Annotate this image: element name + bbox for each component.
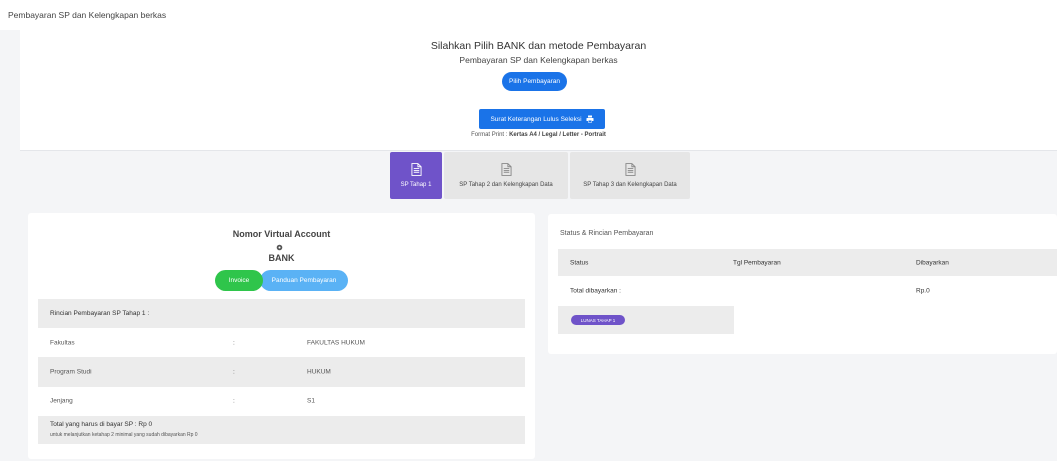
invoice-button[interactable]: Invoice xyxy=(215,270,263,291)
virtual-account-panel: Nomor Virtual Account BANK Panduan Pemba… xyxy=(28,213,535,459)
detail-value: HUKUM xyxy=(307,368,331,376)
choose-payment-button[interactable]: Pilih Pembayaran xyxy=(502,72,567,91)
detail-row-program: Program Studi : HUKUM xyxy=(38,357,525,387)
stage-tabs: SP Tahap 1 SP Tahap 2 dan Kelengkapan Da… xyxy=(390,152,690,199)
tab-sp-tahap-2[interactable]: SP Tahap 2 dan Kelengkapan Data xyxy=(444,152,568,199)
status-table-header: Status Tgl Pembayaran Dibayarkan xyxy=(558,249,1057,276)
detail-row-faculty: Fakultas : FAKULTAS HUKUM xyxy=(38,328,525,357)
total-due-note: untuk melanjutkan ketahap 2 minimal yang… xyxy=(50,432,198,438)
detail-separator: : xyxy=(233,397,235,405)
details-heading-row: Rincian Pembayaran SP Tahap 1 : xyxy=(38,299,525,328)
print-letter-button[interactable]: Surat Keterangan Lulus Seleksi xyxy=(479,109,605,129)
print-button-label: Surat Keterangan Lulus Seleksi xyxy=(490,115,582,123)
tab-label: SP Tahap 3 dan Kelengkapan Data xyxy=(583,182,677,188)
status-title: Status & Rincian Pembayaran xyxy=(560,230,654,237)
format-label: Format Print : xyxy=(471,132,508,138)
printer-icon xyxy=(586,115,594,123)
total-paid-label: Total dibayarkan : xyxy=(570,287,621,295)
column-header-date: Tgl Pembayaran xyxy=(733,259,781,266)
detail-label: Jenjang xyxy=(50,397,73,405)
payment-status-panel: Status & Rincian Pembayaran Status Tgl P… xyxy=(548,214,1057,354)
payment-guide-button[interactable]: Panduan Pembayaran xyxy=(260,270,348,291)
tab-sp-tahap-3[interactable]: SP Tahap 3 dan Kelengkapan Data xyxy=(570,152,690,199)
detail-separator: : xyxy=(233,368,235,376)
format-note: Format Print : Kertas A4 / Legal / Lette… xyxy=(20,132,1057,138)
payment-heading: Silahkan Pilih BANK dan metode Pembayara… xyxy=(430,40,647,52)
document-icon xyxy=(410,163,422,176)
total-due-label: Total yang harus di bayar SP : Rp 0 xyxy=(50,421,153,428)
payment-method-card: Silahkan Pilih BANK dan metode Pembayara… xyxy=(20,30,1057,150)
status-total-row: Total dibayarkan : Rp.0 xyxy=(558,276,1057,306)
payment-subheading: Pembayaran SP dan Kelengkapan berkas xyxy=(459,55,618,65)
total-paid-value: Rp.0 xyxy=(916,287,930,295)
divider xyxy=(20,150,1057,151)
column-header-paid: Dibayarkan xyxy=(916,259,949,266)
total-due-row: Total yang harus di bayar SP : Rp 0 untu… xyxy=(38,416,525,444)
detail-label: Fakultas xyxy=(50,339,75,346)
tab-sp-tahap-1[interactable]: SP Tahap 1 xyxy=(390,152,442,199)
document-icon xyxy=(500,163,512,176)
top-bar: Pembayaran SP dan Kelengkapan berkas xyxy=(0,0,1057,30)
detail-label: Program Studi xyxy=(50,368,92,376)
va-title: Nomor Virtual Account xyxy=(232,229,331,239)
status-badge: LUNAS TAHAP 1 xyxy=(571,315,625,325)
tab-label: SP Tahap 2 dan Kelengkapan Data xyxy=(459,182,553,188)
format-value: Kertas A4 / Legal / Letter - Portrait xyxy=(509,132,606,138)
detail-value: S1 xyxy=(307,397,315,405)
document-icon xyxy=(624,163,636,176)
detail-value: FAKULTAS HUKUM xyxy=(307,339,365,346)
bank-logo-icon xyxy=(276,244,283,251)
detail-separator: : xyxy=(233,339,235,346)
column-header-status: Status xyxy=(570,259,589,266)
bank-name: BANK xyxy=(268,253,295,263)
detail-row-level: Jenjang : S1 xyxy=(38,387,525,415)
tab-label: SP Tahap 1 xyxy=(400,182,432,188)
page-title: Pembayaran SP dan Kelengkapan berkas xyxy=(8,10,167,20)
details-heading: Rincian Pembayaran SP Tahap 1 : xyxy=(50,310,150,317)
status-badge-row: LUNAS TAHAP 1 xyxy=(558,306,734,334)
